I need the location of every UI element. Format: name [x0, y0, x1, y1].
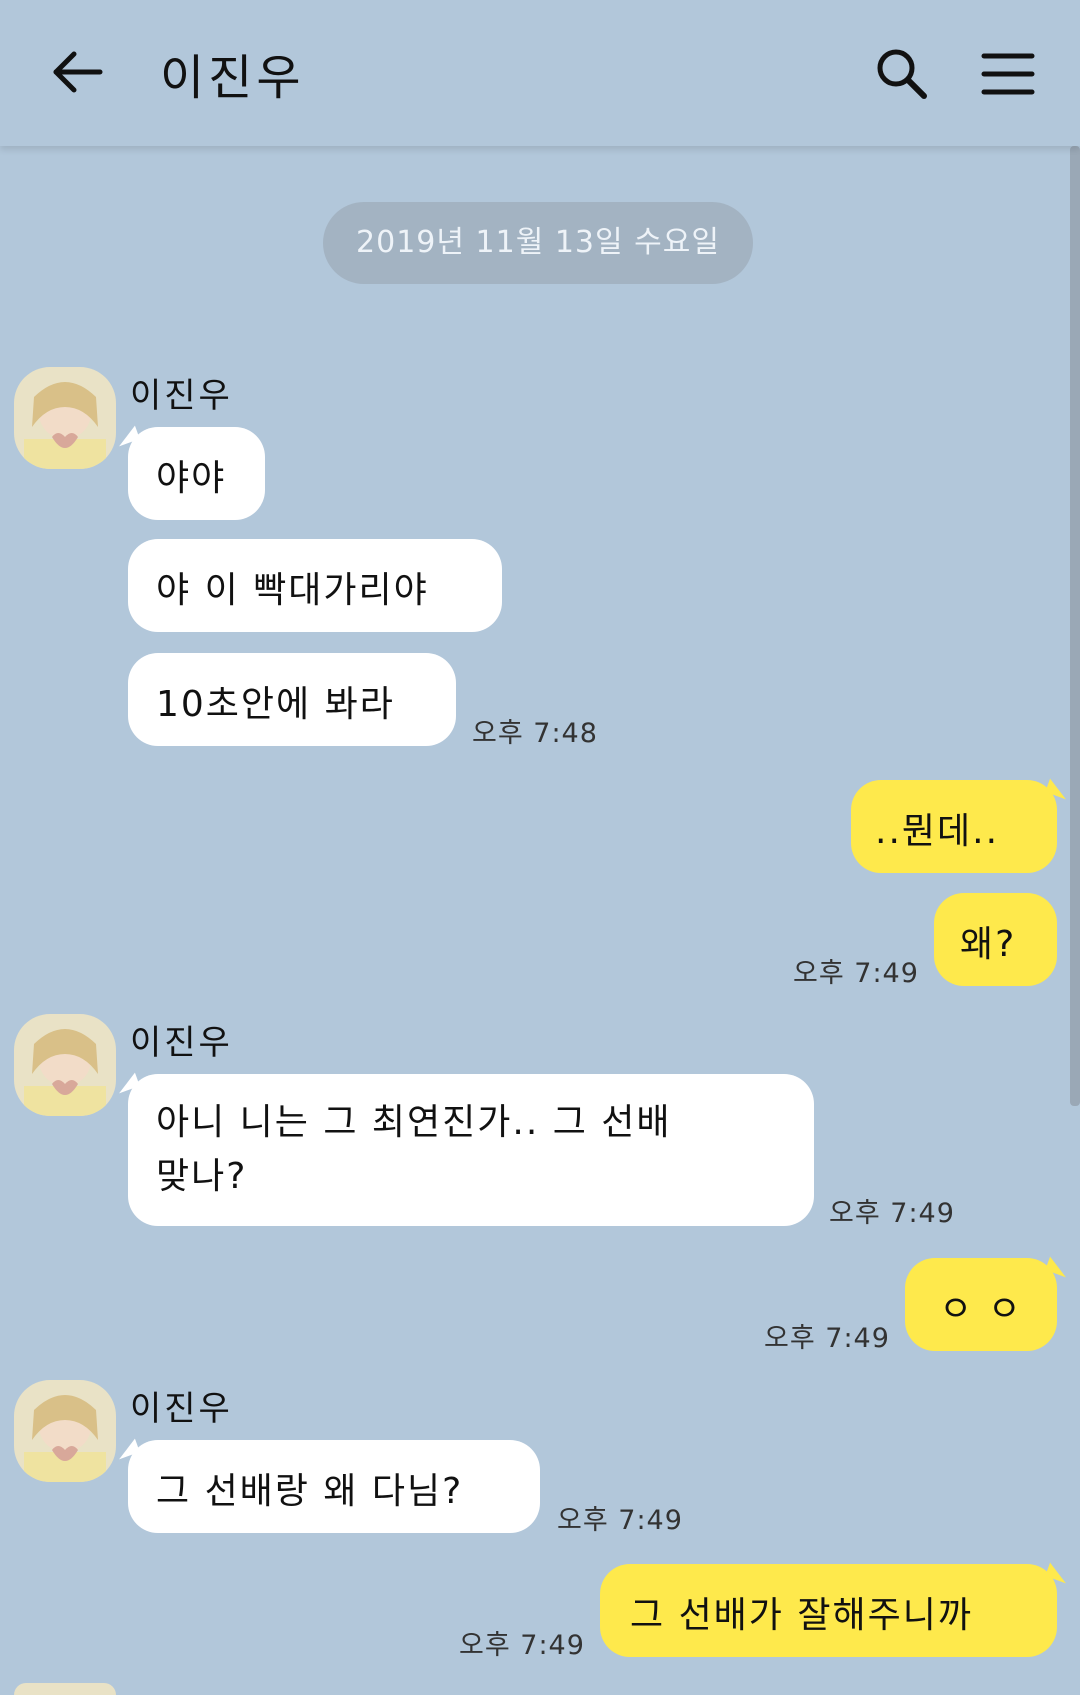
message-text: 야 이 빡대가리야 [156, 570, 429, 611]
message-timestamp: 오후 7:48 [472, 718, 598, 749]
bubble-tail [114, 1438, 140, 1460]
hamburger-menu-icon [981, 53, 1035, 95]
message-bubble[interactable]: 야야 [114, 425, 265, 520]
message-bubble[interactable]: ㅇ ㅇ [905, 1256, 1071, 1351]
message-text: 10초안에 봐라 [156, 684, 395, 725]
bubble-tail [1045, 778, 1071, 800]
search-icon [877, 49, 927, 99]
sender-name: 이진우 [130, 1023, 233, 1063]
message-text: 야야 [156, 458, 227, 499]
menu-button[interactable] [978, 46, 1038, 102]
date-divider: 2019년 11월 13일 수요일 [323, 202, 753, 284]
message-timestamp: 오후 7:49 [459, 1630, 585, 1661]
message-bubble[interactable]: 그 선배가 잘해주니까 [600, 1562, 1071, 1657]
avatar[interactable] [14, 1683, 116, 1695]
scrollbar[interactable] [1070, 146, 1080, 1106]
sender-name: 이진우 [130, 376, 233, 416]
message-text: 그 선배가 잘해주니까 [630, 1595, 973, 1636]
message-bubble[interactable]: 야 이 빡대가리야 [128, 539, 502, 632]
message-text: ..뭔데.. [875, 811, 1000, 852]
back-button[interactable] [48, 42, 108, 102]
message-bubble[interactable]: 왜? [934, 893, 1057, 986]
message-timestamp: 오후 7:49 [793, 958, 919, 989]
arrow-left-icon [53, 51, 103, 93]
avatar[interactable] [14, 367, 116, 469]
bubble-tail [114, 1072, 140, 1094]
avatar[interactable] [14, 1014, 116, 1116]
search-button[interactable] [872, 44, 932, 104]
message-bubble[interactable]: 10초안에 봐라 [128, 653, 456, 746]
message-text-line: 맞나? [156, 1156, 248, 1197]
message-bubble[interactable]: 아니 니는 그 최연진가.. 그 선배 맞나? [114, 1072, 814, 1226]
message-text: ㅇ ㅇ [939, 1289, 1023, 1330]
bubble-tail [1045, 1562, 1071, 1584]
message-bubble[interactable]: ..뭔데.. [851, 778, 1071, 873]
message-timestamp: 오후 7:49 [829, 1198, 955, 1229]
message-timestamp: 오후 7:49 [557, 1505, 683, 1536]
chat-header: 이진우 [0, 0, 1080, 146]
message-text-line: 아니 니는 그 최연진가.. 그 선배 [156, 1102, 672, 1143]
chat-title: 이진우 [160, 50, 305, 106]
bubble-tail [114, 425, 140, 447]
message-text: 그 선배랑 왜 다님? [156, 1471, 464, 1512]
message-timestamp: 오후 7:49 [764, 1323, 890, 1354]
avatar[interactable] [14, 1380, 116, 1482]
message-text: 왜? [960, 924, 1017, 965]
sender-name: 이진우 [130, 1389, 233, 1429]
bubble-tail [1045, 1256, 1071, 1278]
message-bubble[interactable]: 그 선배랑 왜 다님? [114, 1438, 540, 1533]
